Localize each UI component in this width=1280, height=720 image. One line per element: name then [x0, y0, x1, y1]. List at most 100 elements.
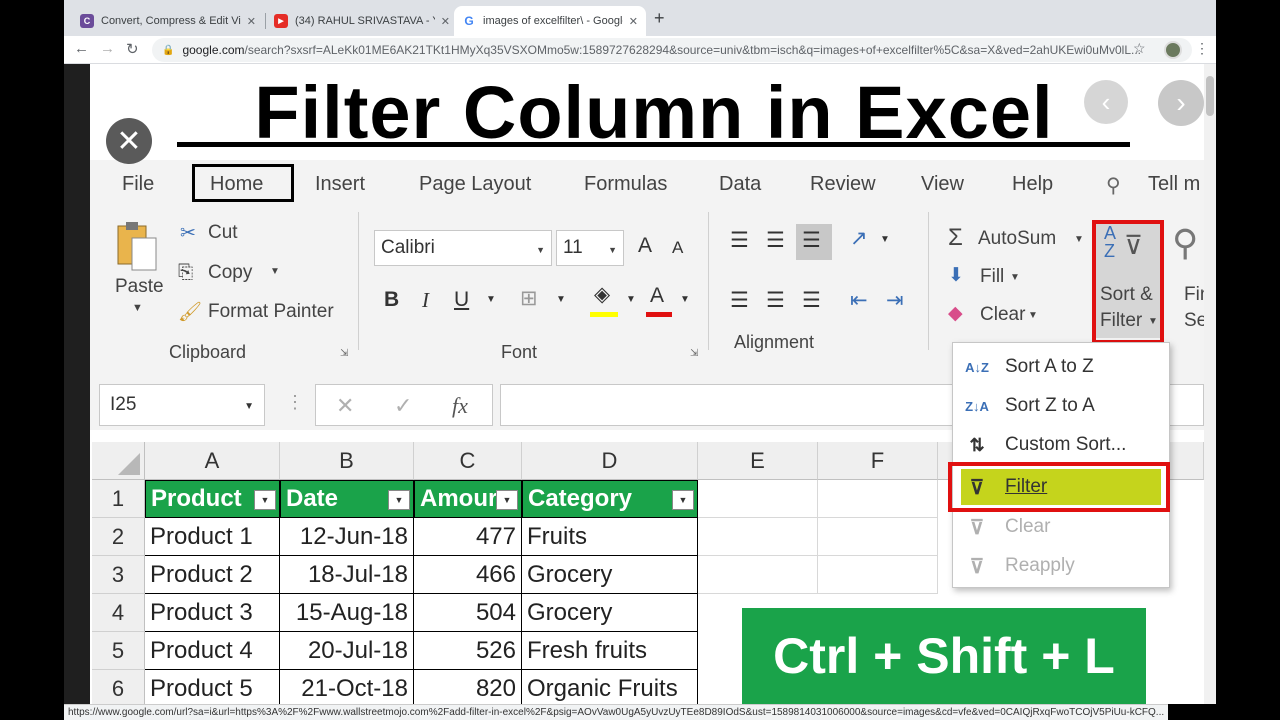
align-center-icon[interactable]: ☰	[766, 288, 785, 313]
filter-dropdown-icon[interactable]: ▼	[254, 490, 276, 510]
column-header-a[interactable]: A	[145, 442, 280, 480]
table-cell[interactable]: Product 1	[145, 518, 280, 556]
increase-indent-icon[interactable]: ⇥	[886, 288, 904, 313]
row-header-2[interactable]: 2	[92, 518, 145, 556]
table-cell[interactable]: 477	[414, 518, 522, 556]
borders-icon[interactable]: ⊞	[520, 286, 538, 311]
bookmark-star-icon[interactable]: ☆	[1133, 40, 1146, 57]
filter-dropdown-icon[interactable]: ▼	[388, 490, 410, 510]
close-tab-icon[interactable]: ✕	[629, 15, 638, 28]
ribbon-tab-review[interactable]: Review	[810, 173, 876, 196]
format-painter-button[interactable]: Format Painter	[208, 301, 334, 323]
chevron-down-icon[interactable]: ▼	[880, 234, 890, 245]
row-header-1[interactable]: 1	[92, 480, 145, 518]
column-header-b[interactable]: B	[280, 442, 414, 480]
chevron-down-icon[interactable]: ▼	[132, 302, 143, 314]
dialog-launcher-icon[interactable]: ⇲	[690, 348, 698, 359]
ribbon-tab-insert[interactable]: Insert	[315, 173, 365, 196]
copy-button[interactable]: Copy	[208, 262, 252, 284]
table-cell[interactable]: Product 2	[145, 556, 280, 594]
table-cell[interactable]: Fruits	[522, 518, 698, 556]
bold-button[interactable]: B	[384, 288, 399, 312]
ribbon-tab-formulas[interactable]: Formulas	[584, 173, 667, 196]
name-box[interactable]: I25 ▼	[99, 384, 265, 426]
grow-font-button[interactable]: A	[638, 234, 652, 258]
browser-tab-1[interactable]: ▶ (34) RAHUL SRIVASTAVA - You ✕	[266, 6, 458, 36]
table-cell[interactable]: 526	[414, 632, 522, 670]
new-tab-icon[interactable]: +	[654, 8, 665, 29]
menu-item-sort-a-z[interactable]: A↓Z Sort A to Z	[961, 349, 1161, 385]
browser-tab-2-active[interactable]: G images of excelfilter\ - Google ✕	[454, 6, 646, 36]
row-header-6[interactable]: 6	[92, 670, 145, 704]
search-icon[interactable]: ⚲	[1106, 173, 1121, 198]
ribbon-tab-file[interactable]: File	[122, 173, 154, 196]
column-header-c[interactable]: C	[414, 442, 522, 480]
empty-cell[interactable]	[698, 518, 818, 556]
align-top-icon[interactable]: ☰	[730, 228, 749, 253]
chevron-down-icon[interactable]: ▼	[626, 294, 636, 305]
chevron-down-icon[interactable]: ▼	[1010, 272, 1020, 283]
shrink-font-button[interactable]: A	[672, 238, 683, 258]
ribbon-tab-view[interactable]: View	[921, 173, 964, 196]
browser-tab-0[interactable]: C Convert, Compress & Edit Vide ✕	[72, 6, 264, 36]
chevron-down-icon[interactable]: ▼	[270, 266, 280, 277]
chevron-down-icon[interactable]: ▼	[1074, 234, 1084, 245]
next-image-icon[interactable]: ›	[1158, 80, 1204, 126]
close-tab-icon[interactable]: ✕	[441, 15, 450, 28]
empty-cell[interactable]	[818, 518, 938, 556]
find-select-button[interactable]: Find	[1184, 284, 1204, 306]
table-cell[interactable]: 504	[414, 594, 522, 632]
empty-cell[interactable]	[818, 556, 938, 594]
menu-item-custom-sort[interactable]: ⇅ Custom Sort...	[961, 427, 1161, 463]
ribbon-tab-page-layout[interactable]: Page Layout	[419, 173, 531, 196]
chevron-down-icon[interactable]: ▼	[680, 294, 690, 305]
reload-icon[interactable]: ↻	[126, 40, 139, 58]
align-bottom-icon[interactable]: ☰	[802, 228, 821, 253]
column-header-f[interactable]: F	[818, 442, 938, 480]
insert-function-icon[interactable]: fx	[452, 393, 468, 419]
cut-button[interactable]: Cut	[208, 222, 238, 244]
fill-button[interactable]: Fill	[980, 266, 1004, 288]
dialog-launcher-icon[interactable]: ⇲	[340, 348, 348, 359]
previous-image-icon[interactable]: ‹	[1084, 80, 1128, 124]
chevron-down-icon[interactable]: ▼	[1028, 310, 1038, 321]
table-cell[interactable]: 21-Oct-18	[280, 670, 414, 704]
menu-item-clear[interactable]: ⊽ Clear	[961, 509, 1161, 545]
ribbon-tab-help[interactable]: Help	[1012, 173, 1053, 196]
drag-handle-icon[interactable]: ⋮	[286, 392, 304, 413]
back-arrow-icon[interactable]: ←	[74, 40, 89, 57]
empty-cell[interactable]	[698, 556, 818, 594]
address-bar[interactable]: 🔒 google.com /search?sxsrf=ALeKk01ME6AK2…	[152, 38, 1192, 62]
table-cell[interactable]: 20-Jul-18	[280, 632, 414, 670]
autosum-button[interactable]: AutoSum	[978, 228, 1056, 250]
clear-button[interactable]: Clear	[980, 304, 1025, 326]
ribbon-tab-data[interactable]: Data	[719, 173, 761, 196]
empty-cell[interactable]	[818, 480, 938, 518]
underline-button[interactable]: U	[454, 288, 469, 312]
table-cell[interactable]: Grocery	[522, 556, 698, 594]
fill-color-icon[interactable]: ◈	[594, 282, 610, 307]
close-tab-icon[interactable]: ✕	[247, 15, 256, 28]
table-cell[interactable]: 12-Jun-18	[280, 518, 414, 556]
header-cell-category[interactable]: Category ▼	[522, 480, 698, 518]
cancel-x-icon[interactable]: ✕	[336, 393, 354, 419]
orientation-icon[interactable]: ↗	[850, 226, 868, 251]
menu-item-sort-z-a[interactable]: Z↓A Sort Z to A	[961, 388, 1161, 424]
table-cell[interactable]: 466	[414, 556, 522, 594]
column-header-d[interactable]: D	[522, 442, 698, 480]
filter-dropdown-icon[interactable]: ▼	[496, 490, 518, 510]
font-name-select[interactable]: Calibri ▼	[374, 230, 552, 266]
page-scrollbar[interactable]	[1204, 64, 1216, 704]
profile-avatar[interactable]	[1164, 41, 1182, 59]
table-cell[interactable]: Product 4	[145, 632, 280, 670]
find-select-label-2[interactable]: Sele	[1184, 310, 1204, 332]
chevron-down-icon[interactable]: ▼	[556, 294, 566, 305]
table-cell[interactable]: Product 5	[145, 670, 280, 704]
table-cell[interactable]: 18-Jul-18	[280, 556, 414, 594]
paste-label[interactable]: Paste	[115, 276, 164, 298]
table-cell[interactable]: Fresh fruits	[522, 632, 698, 670]
empty-cell[interactable]	[698, 480, 818, 518]
header-cell-date[interactable]: Date ▼	[280, 480, 414, 518]
row-header-5[interactable]: 5	[92, 632, 145, 670]
menu-item-reapply[interactable]: ⊽ Reapply	[961, 548, 1161, 584]
